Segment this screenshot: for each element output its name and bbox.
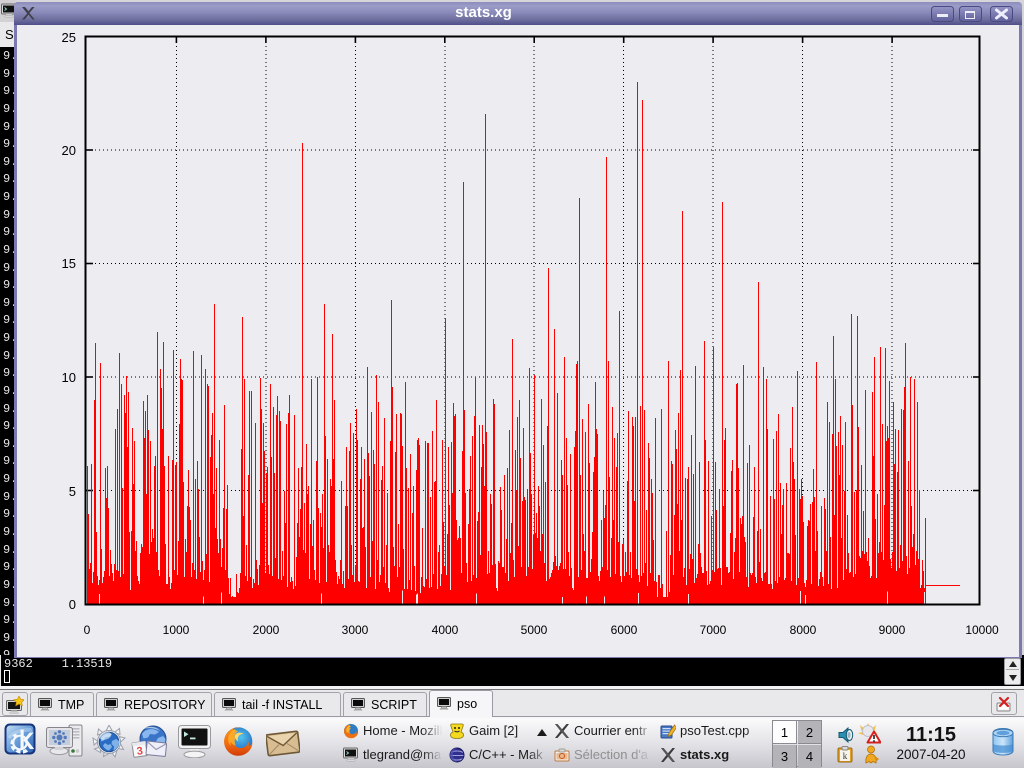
svg-text:k: k xyxy=(843,751,848,761)
